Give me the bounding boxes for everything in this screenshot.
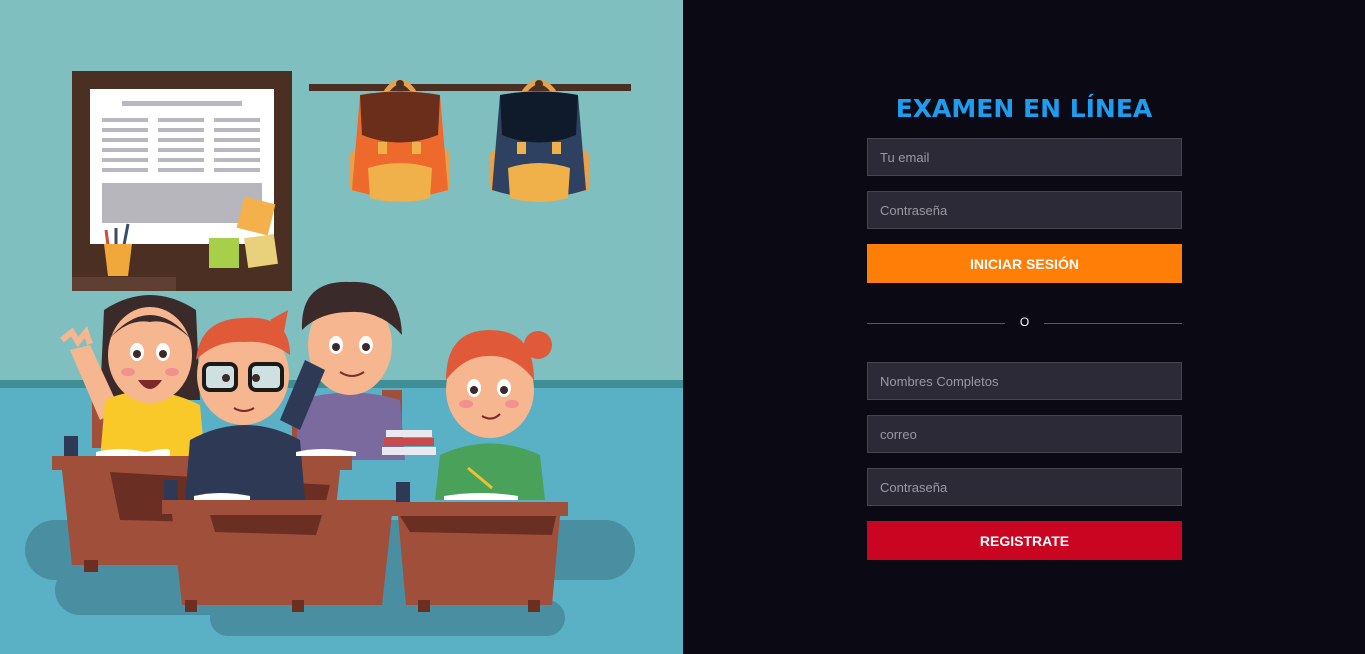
auth-panel: EXAMEN EN LÍNEA INICIAR SESIÓN O REGISTR…: [683, 0, 1365, 654]
navy-backpack: [490, 79, 589, 202]
login-password-input[interactable]: [867, 191, 1182, 229]
or-divider: O: [867, 314, 1182, 332]
login-button[interactable]: INICIAR SESIÓN: [867, 244, 1182, 283]
register-email-input[interactable]: [867, 415, 1182, 453]
register-password-input[interactable]: [867, 468, 1182, 506]
register-name-input[interactable]: [867, 362, 1182, 400]
page-title: EXAMEN EN LÍNEA: [895, 94, 1153, 123]
login-email-input[interactable]: [867, 138, 1182, 176]
bulletin-board: [72, 71, 292, 291]
divider-line-right: [1044, 323, 1182, 324]
divider-text: O: [1019, 315, 1030, 329]
register-button[interactable]: REGISTRATE: [867, 521, 1182, 560]
classroom-illustration: [0, 0, 683, 654]
orange-backpack: [350, 79, 450, 202]
